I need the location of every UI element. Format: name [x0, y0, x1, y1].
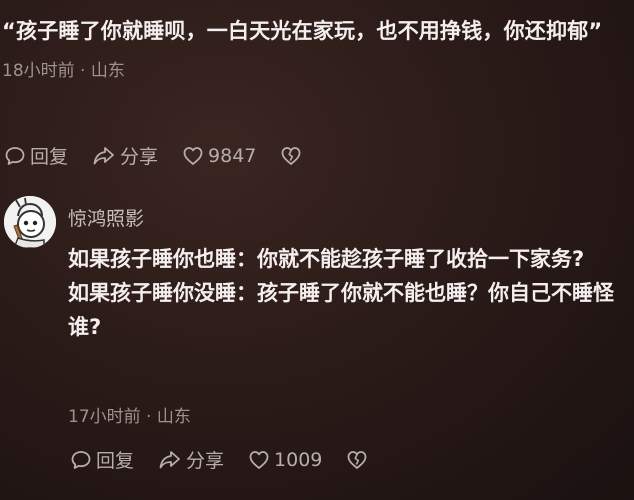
top-comment-text: “孩子睡了你就睡呗，一白天光在家玩，也不用挣钱，你还抑郁” — [2, 19, 603, 43]
reply-comment-actions: 回复 分享 1009 — [70, 446, 368, 473]
top-comment-meta: 18小时前 · 山东 — [2, 61, 125, 81]
like-button[interactable]: 1009 — [248, 449, 322, 471]
reply-label: 回复 — [30, 146, 69, 168]
reply-line-1: 如果孩子睡你也睡：你就不能趁孩子睡了收拾一下家务? — [68, 247, 585, 271]
like-button[interactable]: 9847 — [182, 145, 256, 167]
comment-bubble-icon — [71, 450, 91, 469]
broken-heart-icon — [347, 450, 367, 469]
share-arrow-icon — [93, 146, 114, 164]
share-label: 分享 — [186, 450, 225, 472]
like-count: 9847 — [208, 144, 257, 167]
share-button[interactable]: 分享 — [158, 446, 224, 473]
comment-bubble-icon — [5, 146, 25, 165]
share-button[interactable]: 分享 — [92, 142, 158, 169]
top-comment-actions: 回复 分享 9847 — [4, 142, 302, 169]
avatar[interactable] — [4, 196, 56, 248]
reply-comment-meta: 17小时前 · 山东 — [68, 407, 191, 427]
author-name[interactable]: 惊鸿照影 — [68, 204, 144, 231]
like-count: 1009 — [274, 448, 323, 471]
reply-button[interactable]: 回复 — [4, 142, 68, 169]
reply-label: 回复 — [96, 450, 135, 472]
heart-icon — [249, 450, 269, 469]
share-label: 分享 — [120, 146, 159, 168]
broken-heart-icon — [281, 146, 301, 165]
reply-comment-text: 如果孩子睡你也睡：你就不能趁孩子睡了收拾一下家务? 如果孩子睡你没睡：孩子睡了你… — [68, 242, 624, 344]
share-arrow-icon — [159, 450, 180, 468]
avatar-cartoon-icon — [4, 196, 56, 248]
dislike-button[interactable] — [346, 449, 368, 471]
heart-icon — [183, 146, 203, 165]
top-comment: “孩子睡了你就睡呗，一白天光在家玩，也不用挣钱，你还抑郁” 18小时前 · 山东 — [2, 14, 622, 81]
reply-button[interactable]: 回复 — [70, 446, 134, 473]
dislike-button[interactable] — [280, 145, 302, 167]
reply-line-2: 如果孩子睡你没睡：孩子睡了你就不能也睡？你自己不睡怪谁? — [68, 281, 614, 339]
